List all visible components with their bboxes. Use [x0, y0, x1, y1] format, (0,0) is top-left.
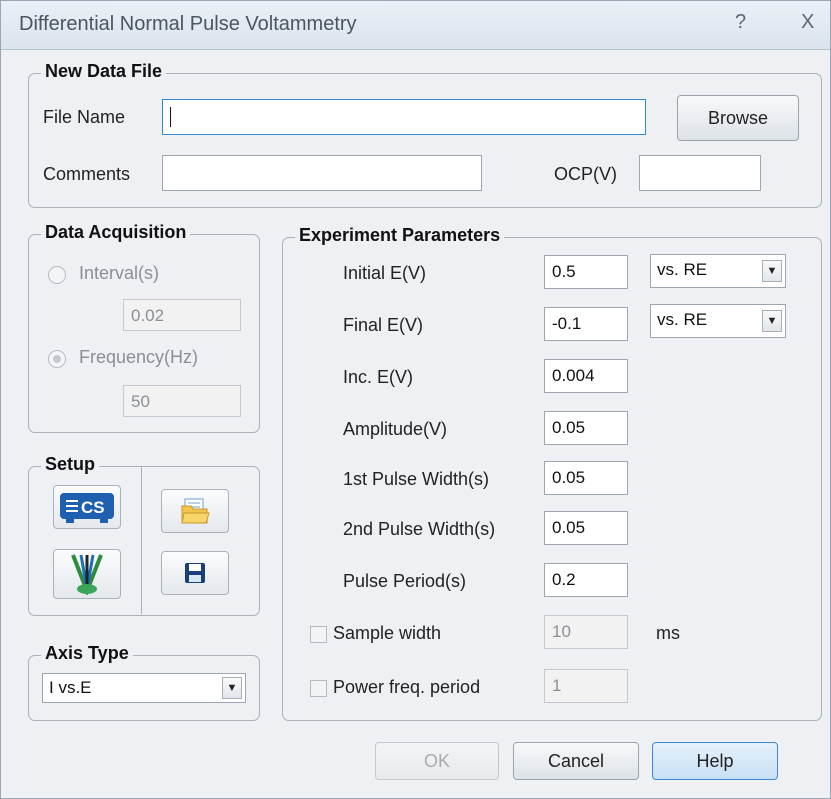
inc-e-input[interactable]: 0.004 — [544, 359, 628, 393]
file-name-input[interactable] — [162, 99, 646, 135]
save-disk-icon — [185, 563, 205, 583]
ok-button[interactable]: OK — [375, 742, 499, 780]
final-e-input[interactable]: -0.1 — [544, 307, 628, 341]
sample-width-unit: ms — [656, 623, 680, 643]
setup-divider — [141, 467, 142, 614]
electrode-button[interactable] — [53, 549, 121, 599]
interval-label: Interval(s) — [79, 263, 160, 283]
interval-radio[interactable] — [48, 266, 66, 284]
experiment-parameters-legend: Experiment Parameters — [295, 225, 505, 246]
electrode-icon — [71, 554, 103, 595]
final-e-reference-select[interactable]: vs. RE ▼ — [650, 304, 786, 338]
first-pulse-width-label: 1st Pulse Width(s) — [343, 469, 490, 489]
comments-label: Comments — [43, 164, 131, 184]
second-pulse-width-label: 2nd Pulse Width(s) — [343, 519, 496, 539]
second-pulse-width-input[interactable]: 0.05 — [544, 511, 628, 545]
comments-input[interactable] — [162, 155, 482, 191]
final-e-reference-value: vs. RE — [657, 310, 708, 329]
power-freq-label: Power freq. period — [333, 677, 481, 697]
initial-e-reference-value: vs. RE — [657, 260, 708, 279]
open-folder-icon — [181, 498, 210, 524]
sample-width-checkbox[interactable] — [310, 626, 327, 643]
interval-input[interactable]: 0.02 — [123, 299, 241, 331]
chevron-down-icon[interactable]: ▼ — [762, 260, 782, 282]
data-acquisition-legend: Data Acquisition — [41, 222, 191, 243]
sample-width-input[interactable]: 10 — [544, 615, 628, 649]
pulse-period-input[interactable]: 0.2 — [544, 563, 628, 597]
sample-width-label: Sample width — [333, 623, 442, 643]
browse-button[interactable]: Browse — [677, 95, 799, 141]
text-caret — [170, 106, 171, 127]
initial-e-label: Initial E(V) — [343, 263, 427, 283]
ocp-input[interactable] — [639, 155, 761, 191]
frequency-input[interactable]: 50 — [123, 385, 241, 417]
cs-device-icon: CS — [60, 493, 114, 523]
amplitude-label: Amplitude(V) — [343, 419, 448, 439]
file-name-label: File Name — [43, 107, 126, 127]
cs-icon-text: CS — [81, 498, 105, 517]
dialog-window: Differential Normal Pulse Voltammetry ? … — [0, 0, 831, 799]
inc-e-label: Inc. E(V) — [343, 367, 414, 387]
save-button[interactable] — [161, 551, 229, 595]
help-question-icon[interactable]: ? — [735, 11, 746, 34]
first-pulse-width-input[interactable]: 0.05 — [544, 461, 628, 495]
final-e-label: Final E(V) — [343, 315, 424, 335]
axis-type-select[interactable]: I vs.E ▼ — [42, 673, 246, 703]
frequency-label: Frequency(Hz) — [79, 347, 199, 367]
power-freq-input[interactable]: 1 — [544, 669, 628, 703]
axis-type-legend: Axis Type — [41, 643, 133, 664]
pulse-period-label: Pulse Period(s) — [343, 571, 467, 591]
open-folder-button[interactable] — [161, 489, 229, 533]
ocp-label: OCP(V) — [554, 164, 617, 184]
setup-legend: Setup — [41, 454, 100, 475]
initial-e-input[interactable]: 0.5 — [544, 255, 628, 289]
amplitude-input[interactable]: 0.05 — [544, 411, 628, 445]
close-icon[interactable]: X — [801, 11, 814, 34]
title-bar: Differential Normal Pulse Voltammetry ? … — [1, 1, 830, 50]
initial-e-reference-select[interactable]: vs. RE ▼ — [650, 254, 786, 288]
chevron-down-icon[interactable]: ▼ — [762, 310, 782, 332]
power-freq-checkbox[interactable] — [310, 680, 327, 697]
axis-type-value: I vs.E — [49, 678, 92, 697]
window-title: Differential Normal Pulse Voltammetry — [19, 13, 357, 35]
help-button[interactable]: Help — [652, 742, 778, 780]
new-data-file-legend: New Data File — [41, 61, 167, 82]
chevron-down-icon[interactable]: ▼ — [222, 677, 242, 699]
frequency-radio[interactable] — [48, 350, 66, 368]
cancel-button[interactable]: Cancel — [513, 742, 639, 780]
cs-device-button[interactable]: CS — [53, 485, 121, 529]
